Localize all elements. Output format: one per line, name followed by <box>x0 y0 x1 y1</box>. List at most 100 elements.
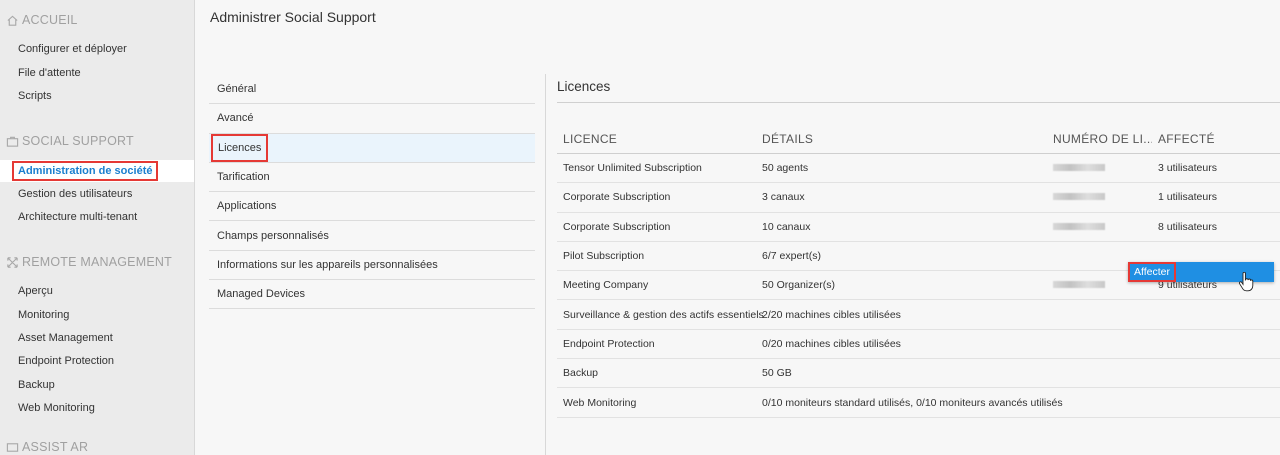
assign-menu-item[interactable]: Affecter <box>1128 262 1176 282</box>
briefcase-icon <box>5 134 19 148</box>
cell-licence: Tensor Unlimited Subscription <box>563 162 702 175</box>
sidebar-item-label: Asset Management <box>18 332 113 344</box>
sidebar-item-label: Monitoring <box>18 309 70 321</box>
sidebar-item-apercu[interactable]: Aperçu <box>0 280 194 302</box>
cell-details: 50 Organizer(s) <box>762 279 835 292</box>
column-header-licence[interactable]: LICENCE <box>557 132 755 146</box>
cell-licence: Endpoint Protection <box>563 337 655 350</box>
table-row[interactable]: Corporate Subscription 3 canaux 1 utilisat… <box>557 183 1280 213</box>
settings-tab-tarification[interactable]: Tarification <box>209 163 535 193</box>
table-row[interactable]: Surveillance & gestion des actifs essent… <box>557 300 1280 330</box>
cell-details: 0/10 moniteurs standard utilisés, 0/10 m… <box>762 396 1063 409</box>
sidebar-item-architecture-multi-tenant[interactable]: Architecture multi-tenant <box>0 206 194 228</box>
cell-details: 50 GB <box>762 367 792 380</box>
cell-licence: Web Monitoring <box>563 396 637 409</box>
cell-details: 10 canaux <box>762 220 811 233</box>
table-body: Tensor Unlimited Subscription 50 agents 3 … <box>557 154 1280 418</box>
column-header-assigned[interactable]: AFFECTÉ <box>1152 132 1280 146</box>
cell-licence: Meeting Company <box>563 279 649 292</box>
ar-icon <box>5 440 19 454</box>
divider <box>545 74 546 455</box>
section-divider <box>557 102 1280 103</box>
sidebar-item-administration-de-societe[interactable]: Administration de société <box>0 160 194 182</box>
settings-tab-general[interactable]: Général <box>209 75 535 105</box>
sidebar-item-asset-management[interactable]: Asset Management <box>0 327 194 349</box>
cell-licence: Corporate Subscription <box>563 220 671 233</box>
cell-licence-number <box>1047 191 1152 203</box>
cell-licence-number <box>1047 162 1152 174</box>
sidebar-item-gestion-des-utilisateurs[interactable]: Gestion des utilisateurs <box>0 183 194 205</box>
settings-tab-label: Champs personnalisés <box>217 229 329 242</box>
redacted-number <box>1053 164 1105 172</box>
settings-menu: Général Avancé Licences Tarification Applica… <box>209 75 535 310</box>
table-row[interactable]: Corporate Subscription 10 canaux 8 utilisa… <box>557 213 1280 242</box>
page-title: Administrer Social Support <box>210 9 376 25</box>
settings-tab-informations-sur-les-appareils-personnalisees[interactable]: Informations sur les appareils personnal… <box>209 251 535 281</box>
cell-licence: Backup <box>563 367 599 380</box>
settings-tab-label: Licences <box>211 133 269 162</box>
cell-details: 50 agents <box>762 162 809 175</box>
redacted-number <box>1053 193 1105 201</box>
sidebar-section-title: SOCIAL SUPPORT <box>22 134 134 148</box>
sidebar-section-social-support: SOCIAL SUPPORT <box>5 131 134 151</box>
cell-licence: Pilot Subscription <box>563 250 645 263</box>
sidebar-section-title: ASSIST AR <box>22 440 89 454</box>
sidebar-item-configurer-et-deployer[interactable]: Configurer et déployer <box>0 38 194 60</box>
sidebar-item-monitoring[interactable]: Monitoring <box>0 304 194 326</box>
sidebar-item-label: Endpoint Protection <box>18 355 115 367</box>
settings-tab-label: Général <box>217 83 257 96</box>
column-header-details[interactable]: DÉTAILS <box>755 132 1047 146</box>
sidebar-item-file-d-attente[interactable]: File d'attente <box>0 62 194 84</box>
cell-licence: Corporate Subscription <box>563 191 671 204</box>
cell-details: 0/20 machines cibles utilisées <box>762 337 901 350</box>
sidebar-item-label: Architecture multi-tenant <box>18 211 138 223</box>
sidebar-item-label: Administration de société <box>12 161 159 181</box>
sidebar-item-web-monitoring[interactable]: Web Monitoring <box>0 397 194 419</box>
sidebar-item-endpoint-protection[interactable]: Endpoint Protection <box>0 350 194 372</box>
sidebar-item-label: Web Monitoring <box>18 402 95 414</box>
cell-assigned: 8 utilisateurs <box>1158 220 1217 233</box>
settings-tab-licences[interactable]: Licences <box>209 133 535 163</box>
sidebar: ACCUEIL Configurer et déployer File d'atte… <box>0 0 195 455</box>
table-row[interactable]: Backup 50 GB <box>557 359 1280 389</box>
redacted-number <box>1053 222 1105 230</box>
cell-licence: Surveillance & gestion des actifs essent… <box>563 308 764 321</box>
sidebar-item-label: File d'attente <box>18 67 81 79</box>
sidebar-item-backup[interactable]: Backup <box>0 374 194 396</box>
sidebar-section-assist-ar: ASSIST AR <box>5 437 88 455</box>
sidebar-item-label: Gestion des utilisateurs <box>18 188 133 200</box>
cell-details: 3 canaux <box>762 191 805 204</box>
hand-cursor-icon <box>1238 272 1254 292</box>
sidebar-item-label: Scripts <box>18 90 52 102</box>
cell-licence-number <box>1047 221 1152 233</box>
cell-assigned: 3 utilisateurs <box>1158 162 1217 175</box>
table-row[interactable]: Endpoint Protection 0/20 machines cibles … <box>557 330 1280 360</box>
settings-tab-avance[interactable]: Avancé <box>209 104 535 134</box>
settings-tab-managed-devices[interactable]: Managed Devices <box>209 280 535 310</box>
sidebar-item-scripts[interactable]: Scripts <box>0 85 194 107</box>
settings-tab-label: Informations sur les appareils personnal… <box>217 258 438 271</box>
sidebar-item-label: Backup <box>18 379 55 391</box>
sidebar-section-title: ACCUEIL <box>22 13 78 27</box>
settings-tab-champs-personnalises[interactable]: Champs personnalisés <box>209 221 535 251</box>
settings-tab-applications[interactable]: Applications <box>209 192 535 222</box>
cell-details: 6/7 expert(s) <box>762 250 821 263</box>
column-header-number[interactable]: NUMÉRO DE LI... <box>1047 132 1152 146</box>
sidebar-item-label: Aperçu <box>18 285 53 297</box>
table-row[interactable]: Web Monitoring 0/10 moniteurs standard ut… <box>557 388 1280 418</box>
sidebar-section-accueil: ACCUEIL <box>5 10 78 30</box>
sidebar-section-remote-management: REMOTE MANAGEMENT <box>5 252 172 272</box>
sidebar-item-label: Configurer et déployer <box>18 43 127 55</box>
cell-assigned: 1 utilisateurs <box>1158 191 1217 204</box>
sidebar-section-title: REMOTE MANAGEMENT <box>22 255 172 269</box>
settings-tab-label: Avancé <box>217 112 254 125</box>
settings-tab-label: Applications <box>217 200 277 213</box>
settings-tab-label: Managed Devices <box>217 288 306 301</box>
section-title: Licences <box>557 79 611 94</box>
redacted-number <box>1053 281 1105 289</box>
home-icon <box>5 13 19 27</box>
cell-details: 2/20 machines cibles utilisées <box>762 308 901 321</box>
table-header: LICENCE DÉTAILS NUMÉRO DE LI... AFFECTÉ <box>557 124 1280 154</box>
arrows-icon <box>5 255 19 269</box>
table-row[interactable]: Tensor Unlimited Subscription 50 agents 3 … <box>557 154 1280 184</box>
